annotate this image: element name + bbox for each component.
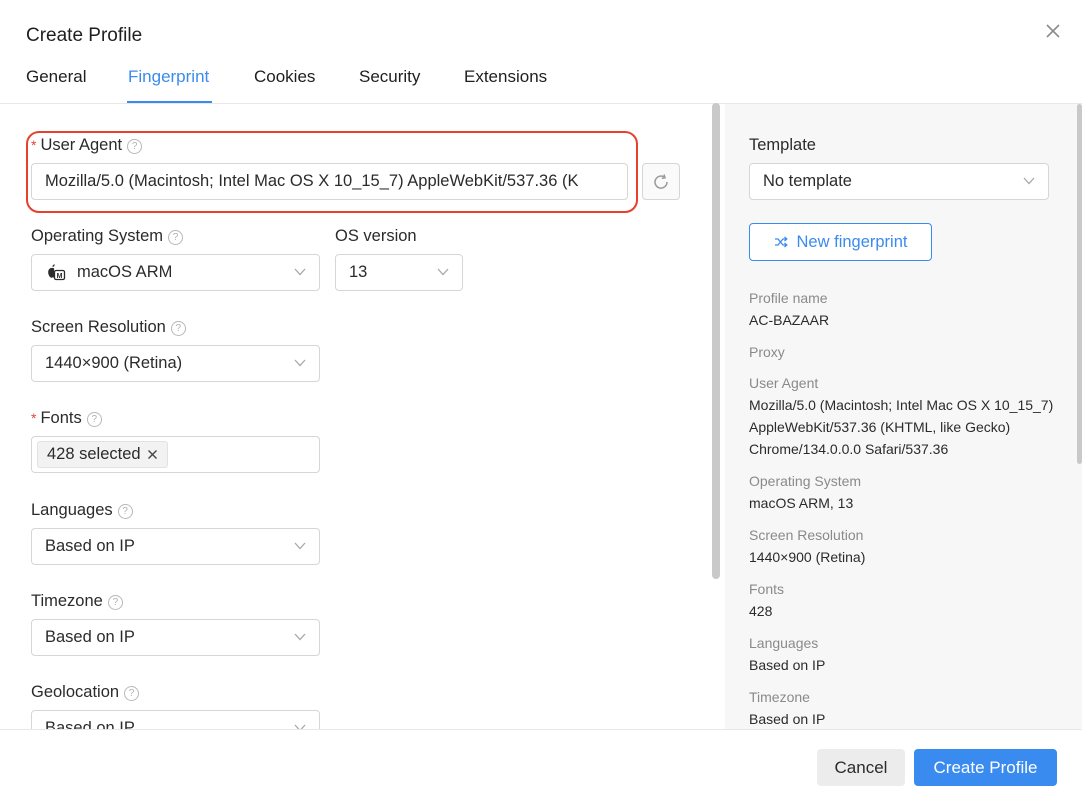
- summary-value-screen: 1440×900 (Retina): [749, 549, 866, 565]
- form-scrollbar[interactable]: [712, 103, 720, 579]
- chevron-down-icon: [294, 542, 306, 550]
- summary-key-fonts: Fonts: [749, 581, 785, 597]
- required-mark: *: [31, 137, 37, 153]
- active-tab-indicator: [127, 101, 212, 103]
- summary-value-user-agent: Mozilla/5.0 (Macintosh; Intel Mac OS X 1…: [749, 397, 1054, 457]
- summary-key-timezone: Timezone: [749, 689, 810, 705]
- screen-resolution-value: 1440×900 (Retina): [45, 354, 183, 372]
- help-icon[interactable]: ?: [86, 412, 102, 427]
- chevron-down-icon: [437, 268, 449, 276]
- chevron-down-icon: [294, 633, 306, 641]
- chevron-down-icon: [1023, 177, 1035, 185]
- summary-value-languages: Based on IP: [749, 657, 826, 673]
- languages-label: Languages?: [31, 501, 133, 520]
- required-mark: *: [31, 410, 37, 426]
- summary-value-timezone: Based on IP: [749, 711, 826, 727]
- user-agent-label: * User Agent?: [31, 136, 143, 155]
- summary-value-fonts: 428: [749, 603, 773, 619]
- screen-resolution-select[interactable]: 1440×900 (Retina): [31, 345, 320, 382]
- summary-value-profile-name: AC-BAZAAR: [749, 312, 830, 328]
- summary-key-screen: Screen Resolution: [749, 527, 864, 543]
- help-icon[interactable]: ?: [168, 230, 184, 245]
- help-icon[interactable]: ?: [117, 504, 133, 519]
- tab-extensions[interactable]: Extensions: [464, 67, 547, 87]
- os-select[interactable]: M macOS ARM: [31, 254, 320, 291]
- timezone-value: Based on IP: [45, 628, 135, 646]
- template-label: Template: [749, 136, 816, 154]
- new-fingerprint-button[interactable]: New fingerprint: [749, 223, 932, 261]
- help-icon[interactable]: ?: [170, 321, 186, 336]
- tab-cookies[interactable]: Cookies: [254, 67, 315, 87]
- summary-key-os: Operating System: [749, 473, 862, 489]
- help-icon[interactable]: ?: [107, 595, 123, 610]
- tab-fingerprint[interactable]: Fingerprint: [128, 67, 209, 87]
- close-icon: [1046, 24, 1060, 38]
- cancel-button[interactable]: Cancel: [817, 749, 905, 786]
- fonts-tag-label: 428 selected: [47, 445, 141, 463]
- os-value: macOS ARM: [77, 263, 173, 281]
- shuffle-icon: [774, 236, 788, 248]
- tab-security[interactable]: Security: [359, 67, 420, 87]
- languages-select[interactable]: Based on IP: [31, 528, 320, 565]
- template-select[interactable]: No template: [749, 163, 1049, 200]
- summary-value-os: macOS ARM, 13: [749, 495, 854, 511]
- summary-key-proxy: Proxy: [749, 344, 785, 360]
- tab-bar: General Fingerprint Cookies Security Ext…: [0, 62, 1082, 104]
- fonts-label: * Fonts?: [31, 409, 102, 428]
- tab-general[interactable]: General: [26, 67, 86, 87]
- user-agent-input[interactable]: Mozilla/5.0 (Macintosh; Intel Mac OS X 1…: [31, 163, 628, 200]
- help-icon[interactable]: ?: [124, 686, 140, 701]
- summary-scrollbar[interactable]: [1077, 104, 1082, 464]
- new-fingerprint-label: New fingerprint: [796, 232, 908, 251]
- svg-text:M: M: [57, 273, 63, 280]
- timezone-label: Timezone?: [31, 592, 123, 611]
- close-button[interactable]: [1042, 20, 1064, 42]
- languages-value: Based on IP: [45, 537, 135, 555]
- apple-icon: M: [48, 263, 66, 280]
- dialog-title: Create Profile: [26, 25, 143, 46]
- screen-resolution-label: Screen Resolution?: [31, 318, 186, 337]
- reload-icon: [654, 173, 668, 189]
- user-agent-value: Mozilla/5.0 (Macintosh; Intel Mac OS X 1…: [45, 172, 579, 190]
- chevron-down-icon: [294, 268, 306, 276]
- summary-key-user-agent: User Agent: [749, 375, 819, 391]
- chevron-down-icon: [294, 359, 306, 367]
- summary-key-languages: Languages: [749, 635, 819, 651]
- os-label: Operating System?: [31, 227, 184, 246]
- summary-key-profile-name: Profile name: [749, 290, 828, 306]
- os-version-value: 13: [349, 263, 368, 281]
- regenerate-user-agent-button[interactable]: [642, 163, 680, 200]
- geolocation-label: Geolocation?: [31, 683, 140, 702]
- close-icon[interactable]: [147, 449, 158, 460]
- os-version-label: OS version: [335, 227, 417, 245]
- help-icon[interactable]: ?: [127, 139, 143, 154]
- timezone-select[interactable]: Based on IP: [31, 619, 320, 656]
- os-version-select[interactable]: 13: [335, 254, 463, 291]
- fonts-multiselect[interactable]: 428 selected: [31, 436, 320, 473]
- fonts-selected-tag: 428 selected: [37, 441, 168, 468]
- template-value: No template: [763, 172, 852, 190]
- create-profile-button[interactable]: Create Profile: [914, 749, 1057, 786]
